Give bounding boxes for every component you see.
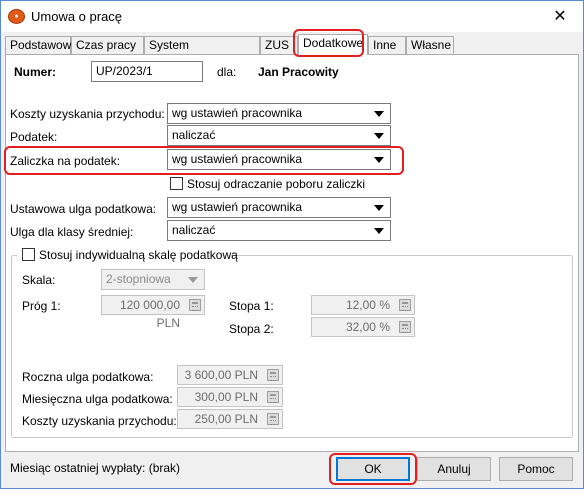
podatek-select-value: naliczać <box>172 128 216 142</box>
miesieczna-value: 300,00 PLN <box>194 390 258 404</box>
roczna-label: Roczna ulga podatkowa: <box>22 370 154 384</box>
skala-select-value: 2-stopniowa <box>106 272 171 286</box>
status-text: Miesiąc ostatniej wypłaty: (brak) <box>10 461 181 475</box>
chevron-down-icon <box>374 111 384 117</box>
tab-czas-pracy[interactable]: Czas pracy <box>71 36 144 55</box>
employee-name: Jan Pracowity <box>258 65 339 79</box>
tab-highlight-annotation <box>293 29 364 57</box>
numer-input[interactable]: UP/2023/1 <box>91 61 203 82</box>
podatek-select[interactable]: naliczać <box>167 125 391 146</box>
prog1-input[interactable]: 120 000,00 PLN <box>101 295 205 330</box>
zaliczka-select-value: wg ustawień pracownika <box>172 152 303 166</box>
cancel-button[interactable]: Anuluj <box>417 457 491 481</box>
ok-button[interactable]: OK <box>336 457 410 481</box>
chevron-down-icon <box>374 133 384 139</box>
chevron-down-icon <box>374 205 384 211</box>
numer-label: Numer: <box>14 65 57 79</box>
koszty-label: Koszty uzyskania przychodu: <box>10 107 165 121</box>
odraczanie-label: Stosuj odraczanie poboru zaliczki <box>187 177 366 191</box>
ulga-label: Ustawowa ulga podatkowa: <box>10 202 157 216</box>
stopa1-value: 12,00 % <box>345 298 390 312</box>
dialog-window: ● Umowa o pracę ✕ Podstawowe Czas pracy … <box>0 0 584 489</box>
prog1-label: Próg 1: <box>22 299 61 313</box>
ulga-srednia-select[interactable]: naliczać <box>167 220 391 241</box>
koszty-group-input[interactable]: 250,00 PLN <box>177 409 283 429</box>
miesieczna-input[interactable]: 300,00 PLN <box>177 387 283 407</box>
ulga-select[interactable]: wg ustawień pracownika <box>167 197 391 218</box>
stopa1-label: Stopa 1: <box>229 299 274 313</box>
podatek-label: Podatek: <box>10 130 58 144</box>
window-title: Umowa o pracę <box>31 9 123 24</box>
dla-label: dla: <box>217 65 237 79</box>
tab-wlasne[interactable]: Własne <box>406 36 454 55</box>
title-bar[interactable]: ● Umowa o pracę ✕ <box>1 1 583 32</box>
tab-podstawowe[interactable]: Podstawowe <box>5 36 78 55</box>
chevron-down-icon <box>188 277 198 283</box>
koszty-group-value: 250,00 PLN <box>194 412 258 426</box>
app-logo-icon: ● <box>8 9 25 24</box>
tab-inne[interactable]: Inne <box>368 36 406 55</box>
scale-checkbox[interactable] <box>22 248 35 261</box>
ulga-select-value: wg ustawień pracownika <box>172 200 303 214</box>
ulga-srednia-label: Ulga dla klasy średniej: <box>10 225 134 239</box>
chevron-down-icon <box>374 228 384 234</box>
koszty-select-value: wg ustawień pracownika <box>172 106 303 120</box>
odraczanie-checkbox[interactable] <box>170 177 183 190</box>
calculator-icon[interactable] <box>267 369 279 381</box>
koszty-select[interactable]: wg ustawień pracownika <box>167 103 391 124</box>
ulga-srednia-select-value: naliczać <box>172 223 216 237</box>
calculator-icon[interactable] <box>189 299 201 311</box>
tab-bar: Podstawowe Czas pracy System wynagrodzeń… <box>5 34 579 69</box>
calculator-icon[interactable] <box>399 321 411 333</box>
zaliczka-select[interactable]: wg ustawień pracownika <box>167 149 391 170</box>
stopa2-input[interactable]: 32,00 % <box>311 317 415 337</box>
calculator-icon[interactable] <box>399 299 411 311</box>
chevron-down-icon <box>374 157 384 163</box>
skala-select[interactable]: 2-stopniowa <box>101 269 205 290</box>
roczna-input[interactable]: 3 600,00 PLN <box>177 365 283 385</box>
koszty-group-label: Koszty uzyskania przychodu: <box>22 414 177 428</box>
scale-groupbox <box>11 255 573 438</box>
close-button[interactable]: ✕ <box>537 1 583 32</box>
miesieczna-label: Miesięczna ulga podatkowa: <box>22 392 173 406</box>
stopa2-value: 32,00 % <box>345 320 390 334</box>
skala-label: Skala: <box>22 273 56 287</box>
stopa2-label: Stopa 2: <box>229 322 274 336</box>
zaliczka-label: Zaliczka na podatek: <box>10 154 121 168</box>
calculator-icon[interactable] <box>267 413 279 425</box>
roczna-value: 3 600,00 PLN <box>184 368 258 382</box>
scale-group-title: Stosuj indywidualną skalę podatkową <box>39 248 238 262</box>
calculator-icon[interactable] <box>267 391 279 403</box>
tab-system-wynagrodzen[interactable]: System wynagrodzeń <box>144 36 260 69</box>
stopa1-input[interactable]: 12,00 % <box>311 295 415 315</box>
help-button[interactable]: Pomoc <box>499 457 573 481</box>
